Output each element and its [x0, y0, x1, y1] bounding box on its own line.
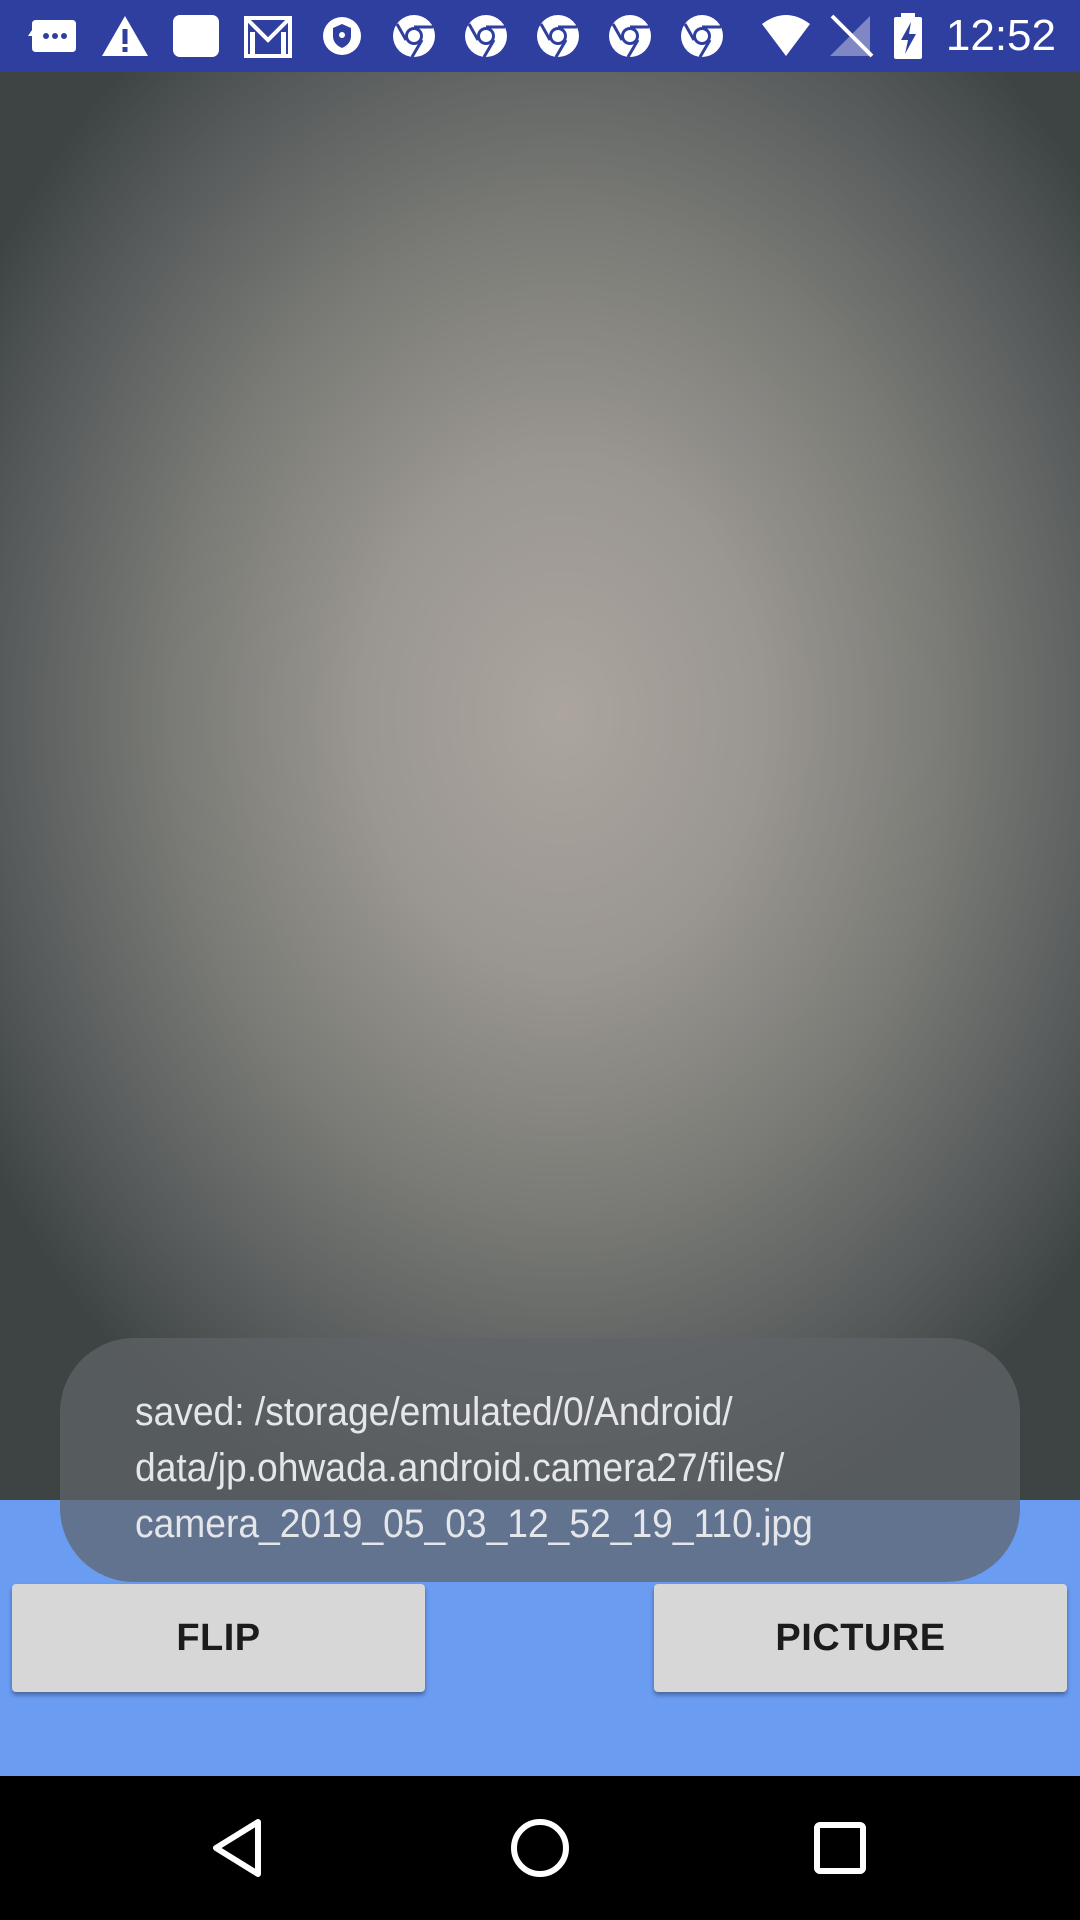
battery-charging-icon — [888, 12, 928, 60]
chrome-icon — [676, 12, 728, 60]
wifi-icon — [760, 12, 812, 60]
flip-button[interactable]: FLIP — [12, 1584, 425, 1692]
gmail-icon — [242, 12, 294, 60]
chrome-icon — [388, 12, 440, 60]
toast-line: saved: /storage/emulated/0/Android/ — [135, 1390, 733, 1434]
clock: 12:52 — [945, 11, 1056, 60]
status-bar: 12:52 — [0, 0, 1080, 72]
toast-line: camera_2019_05_03_12_52_19_110.jpg — [135, 1502, 813, 1546]
picture-button[interactable]: PICTURE — [654, 1584, 1067, 1692]
back-icon[interactable] — [200, 1808, 280, 1888]
navigation-bar — [0, 1776, 1080, 1920]
camera-preview[interactable] — [0, 72, 1080, 1500]
home-icon[interactable] — [500, 1808, 580, 1888]
recents-icon[interactable] — [800, 1808, 880, 1888]
chrome-icon — [460, 12, 512, 60]
warning-icon — [99, 12, 151, 60]
chrome-icon — [532, 12, 584, 60]
toast-line: data/jp.ohwada.android.camera27/files/ — [135, 1446, 785, 1490]
message-icon — [28, 12, 80, 60]
chrome-icon — [604, 12, 656, 60]
toast-message: saved: /storage/emulated/0/Android/ data… — [60, 1338, 1020, 1582]
no-signal-icon — [826, 12, 878, 60]
square-notification-icon — [170, 12, 222, 60]
vpn-shield-icon — [316, 12, 368, 60]
